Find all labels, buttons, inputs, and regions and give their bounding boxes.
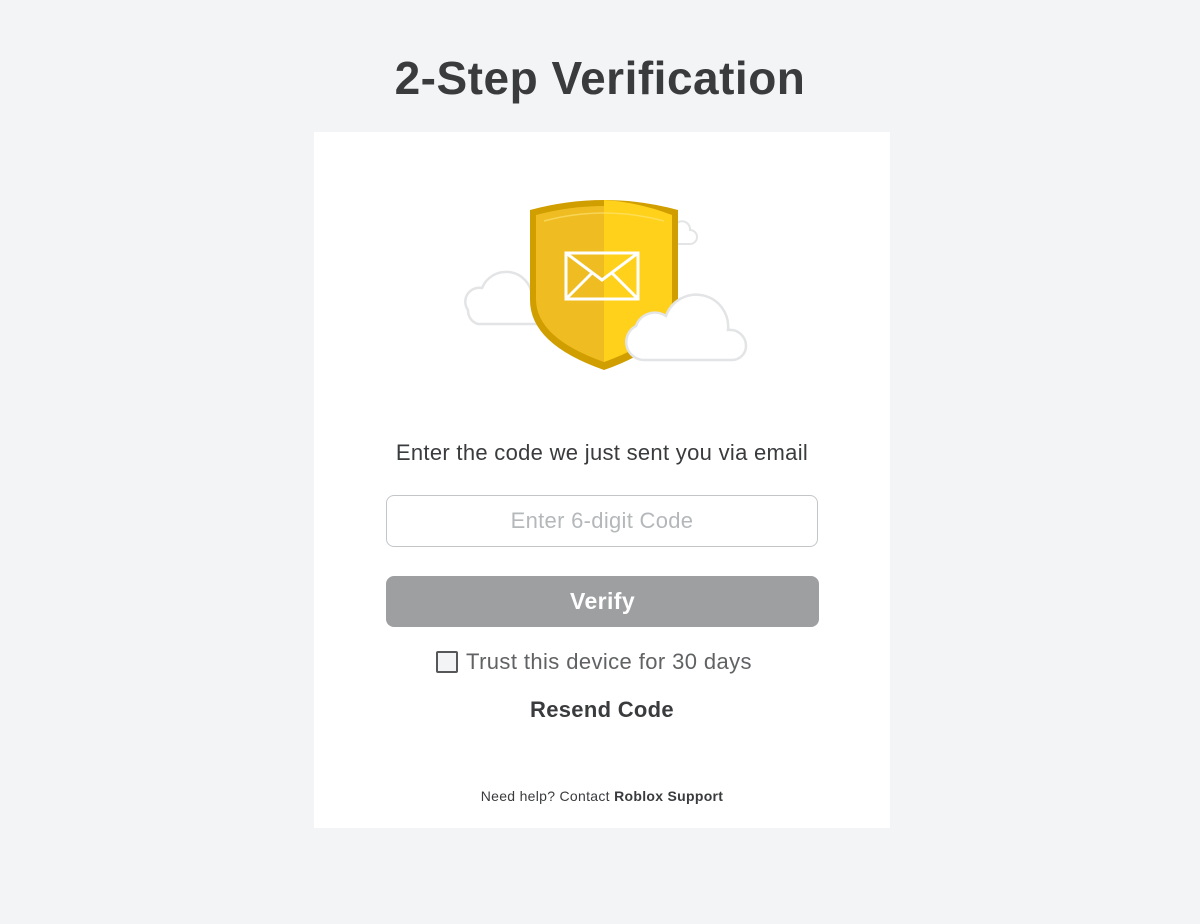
help-text: Need help? Contact Roblox Support xyxy=(314,786,890,806)
instruction-text: Enter the code we just sent you via emai… xyxy=(395,440,809,465)
trust-device-row: Trust this device for 30 days xyxy=(314,648,890,676)
code-input[interactable] xyxy=(386,495,818,547)
trust-device-label[interactable]: Trust this device for 30 days xyxy=(466,648,752,676)
roblox-support-link[interactable]: Roblox Support xyxy=(614,788,723,804)
verify-button[interactable]: Verify xyxy=(386,576,819,627)
page-title: 2-Step Verification xyxy=(394,52,806,104)
resend-code-link[interactable]: Resend Code xyxy=(314,695,890,725)
verification-card: Enter the code we just sent you via emai… xyxy=(314,132,890,828)
shield-email-illustration xyxy=(464,200,748,370)
help-prefix: Need help? Contact xyxy=(480,788,610,804)
trust-device-checkbox[interactable] xyxy=(436,651,459,673)
